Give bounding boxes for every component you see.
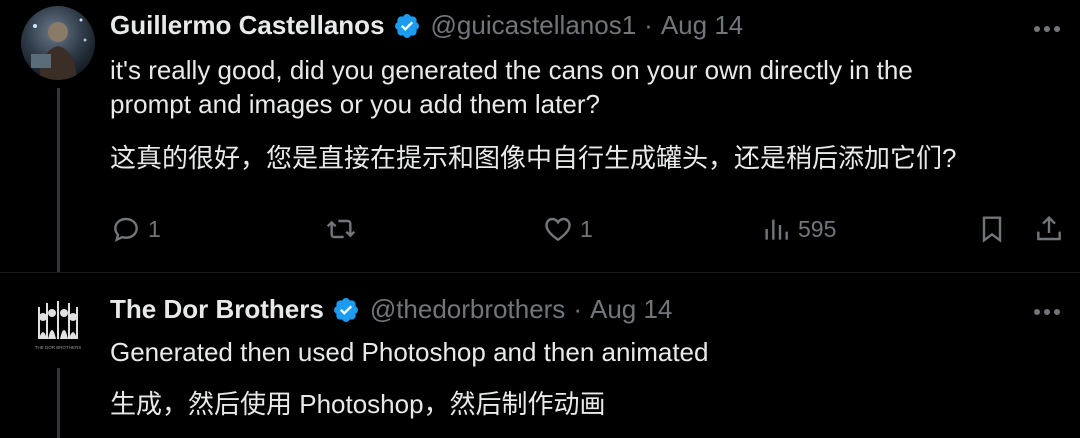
separator-dot: ·	[644, 10, 653, 40]
tweet-2[interactable]: THE DOR BROTHERS The Dor Brothers @thedo…	[0, 273, 1080, 438]
thread-line	[57, 88, 60, 284]
thread-line	[57, 368, 60, 438]
more-icon[interactable]	[1032, 14, 1062, 44]
bookmark-icon	[982, 216, 1002, 243]
share-icon	[1037, 215, 1061, 241]
share-button[interactable]	[1033, 213, 1065, 245]
bookmark-button[interactable]	[976, 213, 1008, 245]
retweet-button[interactable]	[325, 213, 357, 245]
timestamp[interactable]: Aug 14	[661, 10, 743, 41]
reply-button[interactable]: 1	[110, 213, 161, 245]
display-name[interactable]: Guillermo Castellanos	[110, 10, 385, 41]
tweet-text-line-1: it's really good, did you generated the …	[110, 55, 913, 85]
retweet-icon	[326, 219, 356, 239]
reply-icon	[114, 217, 138, 242]
reply-count: 1	[148, 215, 161, 242]
like-button[interactable]: 1	[542, 213, 593, 245]
views-icon	[765, 219, 788, 240]
more-icon[interactable]	[1032, 297, 1062, 327]
action-bar: 1 1 595	[110, 213, 1065, 253]
view-count: 595	[798, 215, 837, 242]
handle[interactable]: @thedorbrothers	[370, 294, 566, 325]
like-count: 1	[580, 215, 593, 242]
timestamp[interactable]: Aug 14	[590, 294, 672, 325]
views-button[interactable]: 595	[760, 213, 836, 245]
tweet-1[interactable]: Guillermo Castellanos @guicastellanos1 ·…	[0, 0, 1080, 284]
like-icon	[545, 217, 571, 242]
tweet-text-line-2: prompt and images or you add them later?	[110, 89, 600, 119]
separator-dot: ·	[573, 294, 582, 324]
avatar-caption: THE DOR BROTHERS	[35, 345, 82, 350]
verified-badge-icon	[394, 13, 419, 38]
tweet-text: Generated then used Photoshop and then a…	[110, 337, 709, 367]
avatar-dor-brothers-logo[interactable]: THE DOR BROTHERS	[21, 289, 95, 363]
verified-badge-icon	[333, 297, 358, 322]
tweet-text-translation: 这真的很好，您是直接在提示和图像中自行生成罐头，还是稍后添加它们?	[110, 143, 957, 173]
avatar[interactable]	[21, 6, 95, 80]
tweet-header: Guillermo Castellanos @guicastellanos1 ·…	[110, 10, 743, 41]
display-name[interactable]: The Dor Brothers	[110, 294, 324, 325]
tweet-header: The Dor Brothers @thedorbrothers · Aug 1…	[110, 294, 672, 325]
handle[interactable]: @guicastellanos1	[431, 10, 637, 41]
tweet-text-translation: 生成，然后使用 Photoshop，然后制作动画	[110, 389, 606, 419]
